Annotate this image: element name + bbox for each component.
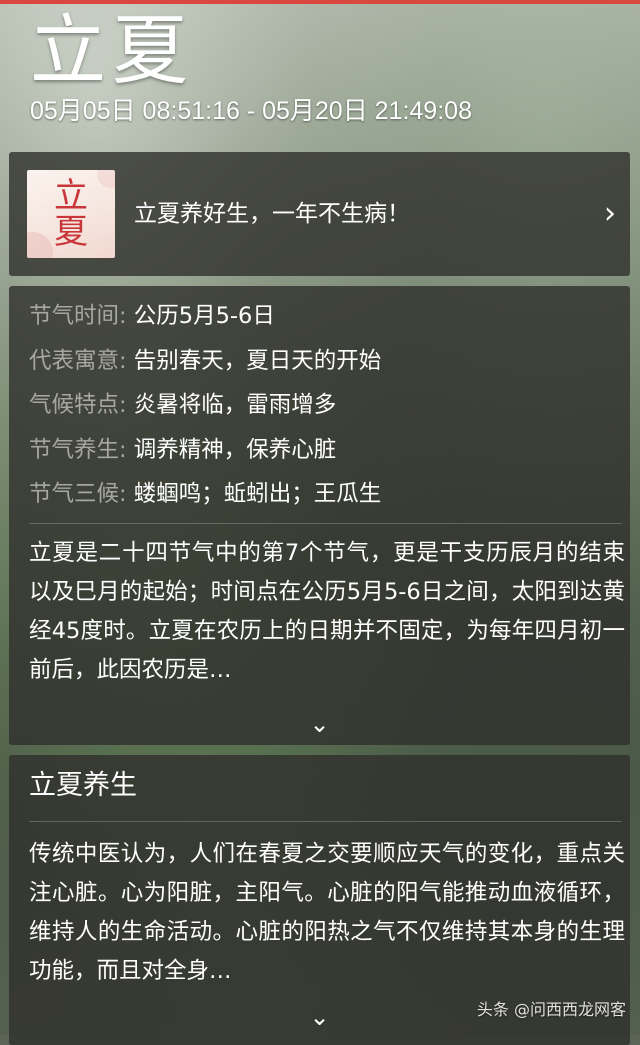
info-value: 调养精神，保养心脏 <box>133 436 337 463</box>
page-title: 立夏 <box>30 6 194 95</box>
info-label: 气候特点: <box>29 392 127 418</box>
article-title[interactable]: 立夏养好生，一年不生病！ <box>134 198 410 230</box>
thumbnail-char: 夏 <box>54 212 88 252</box>
section-title: 立夏养生 <box>29 770 137 801</box>
info-row: 节气三候: 蝼蝈鸣；蚯蚓出；王瓜生 <box>29 476 381 521</box>
info-label: 代表寓意: <box>29 347 127 374</box>
info-value: 公历5月5-6日 <box>133 303 275 329</box>
thumbnail-char: 立 <box>54 176 88 216</box>
info-list: 节气时间: 公历5月5-6日 代表寓意: 告别春天，夏日天的开始 气候特点: 炎… <box>29 298 381 521</box>
solar-term-info-card: 节气时间: 公历5月5-6日 代表寓意: 告别春天，夏日天的开始 气候特点: 炎… <box>9 286 630 745</box>
description-text: 立夏是二十四节气中的第7个节气，更是干支历辰月的结束以及巳月的起始；时间点在公历… <box>29 540 625 683</box>
info-row: 代表寓意: 告别春天，夏日天的开始 <box>29 343 381 388</box>
health-text: 传统中医认为，人们在春夏之交要顺应天气的变化，重点关注心脏。心为阳脏，主阳气。心… <box>29 841 625 984</box>
info-row: 节气时间: 公历5月5-6日 <box>29 298 381 343</box>
date-range: 05月05日 08:51:16 - 05月20日 21:49:08 <box>30 97 472 125</box>
info-value: 炎暑将临，雷雨增多 <box>133 392 337 418</box>
divider <box>29 821 622 822</box>
info-label: 节气时间: <box>29 303 127 329</box>
info-row: 气候特点: 炎暑将临，雷雨增多 <box>29 387 381 432</box>
accent-bar <box>0 0 640 4</box>
article-card[interactable]: 立 夏 立夏养好生，一年不生病！ › <box>9 152 630 276</box>
header: 立夏 05月05日 08:51:16 - 05月20日 21:49:08 <box>30 8 472 126</box>
article-thumbnail: 立 夏 <box>27 170 115 258</box>
divider <box>29 523 622 524</box>
chevron-right-icon[interactable]: › <box>604 196 616 232</box>
info-value: 蝼蝈鸣；蚯蚓出；王瓜生 <box>133 481 382 507</box>
watermark: 头条 @问西西龙网客 <box>476 1000 626 1019</box>
info-label: 节气养生: <box>29 436 127 463</box>
chevron-down-icon[interactable]: ⌄ <box>9 712 630 736</box>
info-row: 节气养生: 调养精神，保养心脏 <box>29 432 381 477</box>
info-label: 节气三候: <box>29 481 127 507</box>
info-value: 告别春天，夏日天的开始 <box>133 347 382 374</box>
